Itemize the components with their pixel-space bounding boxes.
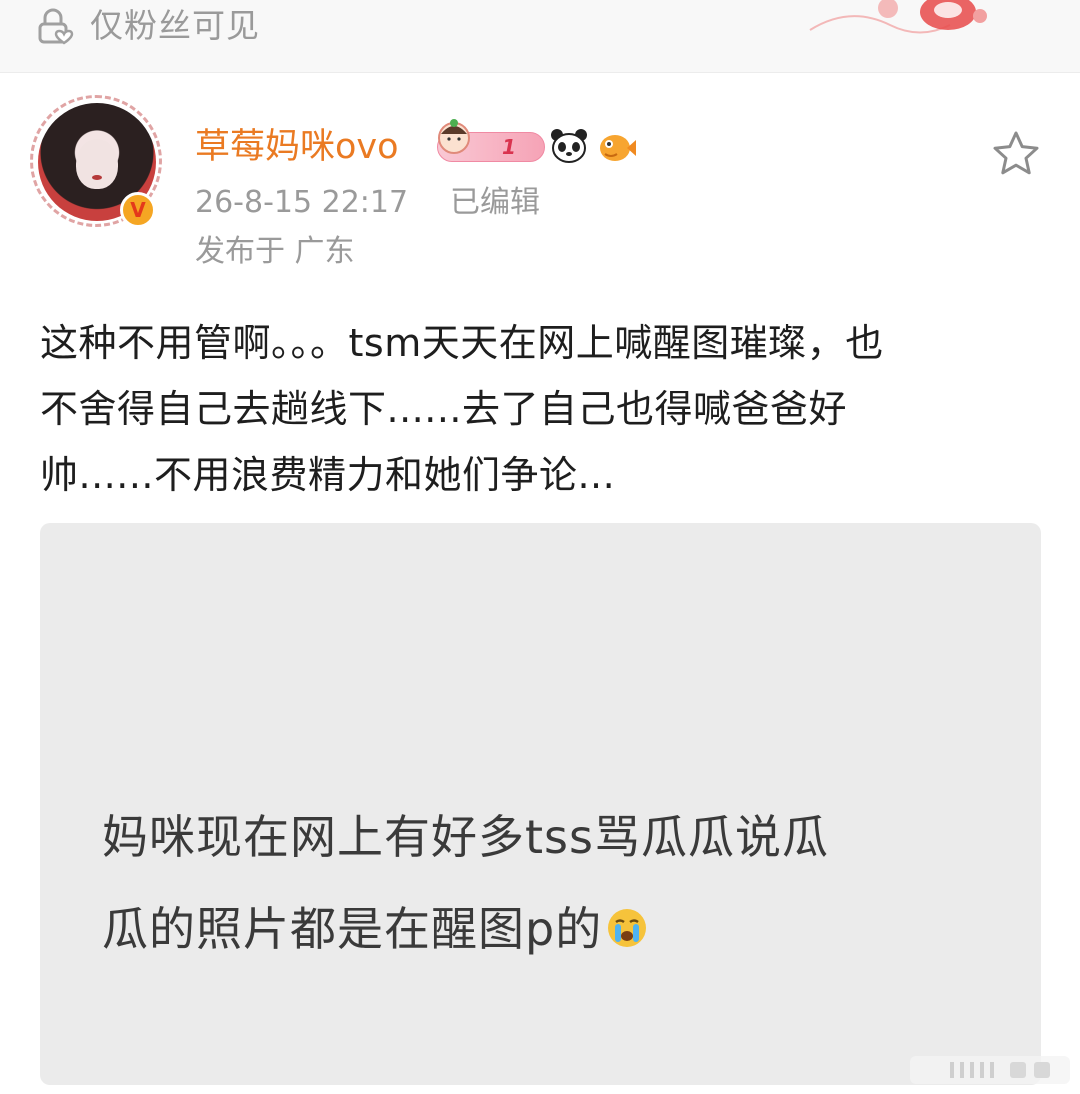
post-body: 这种不用管啊。。。tsm天天在网上喊醒图璀璨，也 不舍得自己去趟线下......…	[40, 310, 1030, 508]
level-number: 1	[502, 135, 516, 159]
post-time: 26-8-15 22:17	[195, 185, 409, 220]
image-text-line: 妈咪现在网上有好多tss骂瓜瓜说瓜	[102, 810, 829, 864]
weibo-post-page: 仅粉丝可见 V 草莓妈咪ovo 1 26-8-15 22:17 已编辑 发布于 …	[0, 0, 1080, 1094]
post-location: 发布于 广东	[195, 234, 355, 269]
ribbon-decoration-icon	[809, 0, 987, 34]
visibility-bar: 仅粉丝可见	[0, 0, 1080, 73]
level-avatar-icon	[438, 119, 470, 154]
visibility-label: 仅粉丝可见	[90, 6, 260, 45]
panda-icon	[551, 129, 587, 163]
post-line: 这种不用管啊。。。tsm天天在网上喊醒图璀璨，也	[40, 321, 884, 365]
crying-face-icon	[608, 909, 647, 947]
edited-label[interactable]: 已编辑	[450, 183, 540, 223]
lock-heart-icon	[38, 8, 74, 45]
watermark-decoration	[910, 1056, 1070, 1084]
post-image[interactable]: 妈咪现在网上有好多tss骂瓜瓜说瓜 瓜的照片都是在醒图p的	[40, 523, 1041, 1085]
username[interactable]: 草莓妈咪ovo	[195, 124, 399, 170]
image-text: 妈咪现在网上有好多tss骂瓜瓜说瓜 瓜的照片都是在醒图p的	[102, 791, 1002, 975]
verified-v-badge-icon: V	[120, 192, 156, 228]
fish-icon	[600, 135, 636, 161]
user-badges: 1	[437, 119, 657, 168]
image-text-line: 瓜的照片都是在醒图p的	[102, 883, 1002, 975]
post-line: 帅......不用浪费精力和她们争论...	[40, 453, 616, 497]
star-outline-icon[interactable]	[990, 128, 1042, 180]
post-line: 不舍得自己去趟线下......去了自己也得喊爸爸好	[40, 387, 847, 431]
